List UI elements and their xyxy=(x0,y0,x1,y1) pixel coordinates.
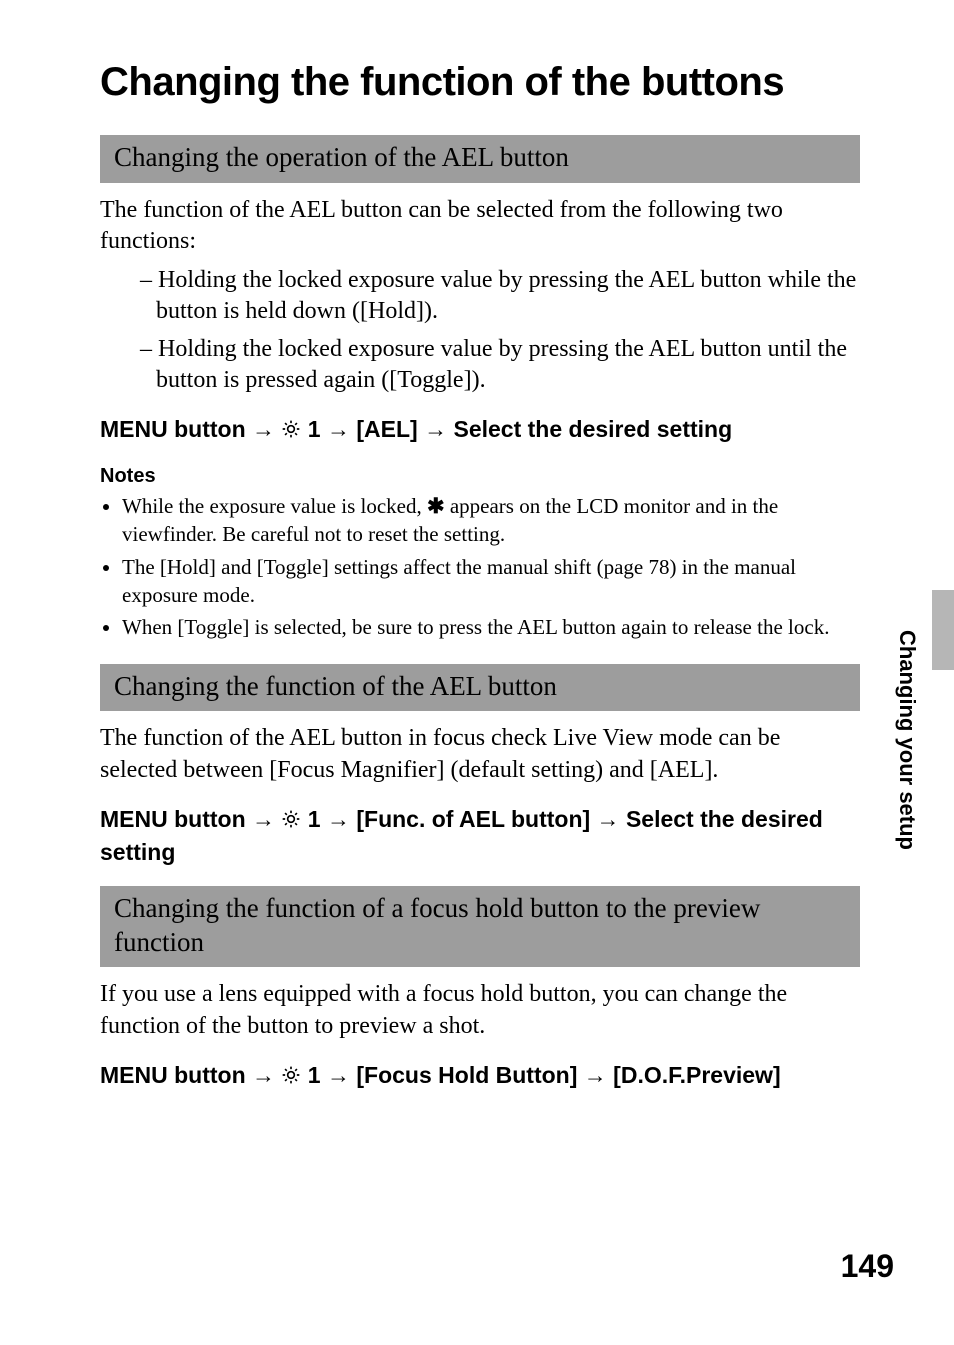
arrow-icon: → xyxy=(252,416,275,442)
path-text: Select the desired setting xyxy=(453,416,732,442)
side-tab-label: Changing your setup xyxy=(894,630,920,850)
path-text: MENU button xyxy=(100,806,252,832)
gear-icon xyxy=(281,806,301,837)
list-item: The [Hold] and [Toggle] settings affect … xyxy=(122,553,860,610)
section-heading-ael-operation: Changing the operation of the AEL button xyxy=(100,135,860,183)
path-text: MENU button xyxy=(100,416,252,442)
arrow-icon: → xyxy=(424,416,447,442)
gear-icon xyxy=(281,1062,301,1093)
arrow-icon: → xyxy=(597,806,620,832)
notes-heading: Notes xyxy=(100,465,860,488)
list-item: While the exposure value is locked, ✱ ap… xyxy=(122,492,860,549)
arrow-icon: → xyxy=(327,416,350,442)
list-item: Holding the locked exposure value by pre… xyxy=(140,265,860,327)
menu-path-ael: MENU button → 1 → [AEL] → Select the des… xyxy=(100,414,860,447)
path-text: [AEL] xyxy=(356,416,417,442)
gear-icon xyxy=(281,416,301,447)
sec1-option-list: Holding the locked exposure value by pre… xyxy=(100,265,860,396)
sec1-intro: The function of the AEL button can be se… xyxy=(100,195,860,257)
notes-list: While the exposure value is locked, ✱ ap… xyxy=(100,492,860,642)
sec3-intro: If you use a lens equipped with a focus … xyxy=(100,979,860,1041)
note-text: While the exposure value is locked, xyxy=(122,494,427,518)
page-number: 149 xyxy=(841,1248,894,1285)
ael-lock-icon: ✱ xyxy=(427,494,445,518)
side-tab: Changing your setup xyxy=(860,590,954,1150)
list-item: Holding the locked exposure value by pre… xyxy=(140,334,860,396)
arrow-icon: → xyxy=(327,1062,350,1088)
manual-page: Changing the function of the buttons Cha… xyxy=(0,0,954,1345)
path-text: MENU button xyxy=(100,1062,252,1088)
arrow-icon: → xyxy=(252,806,275,832)
path-text: 1 xyxy=(301,806,327,832)
menu-path-focus-hold: MENU button → 1 → [Focus Hold Button] → … xyxy=(100,1060,860,1093)
page-title: Changing the function of the buttons xyxy=(100,60,860,105)
arrow-icon: → xyxy=(584,1062,607,1088)
path-text: 1 xyxy=(301,416,327,442)
section-heading-ael-function: Changing the function of the AEL button xyxy=(100,664,860,712)
arrow-icon: → xyxy=(327,806,350,832)
content-column: Changing the function of the buttons Cha… xyxy=(100,60,860,1093)
section-heading-focus-hold: Changing the function of a focus hold bu… xyxy=(100,886,860,968)
path-text: [D.O.F.Preview] xyxy=(613,1062,780,1088)
list-item: When [Toggle] is selected, be sure to pr… xyxy=(122,613,860,641)
side-tab-marker xyxy=(932,590,954,670)
path-text: [Focus Hold Button] xyxy=(356,1062,577,1088)
path-text: [Func. of AEL button] xyxy=(356,806,590,832)
arrow-icon: → xyxy=(252,1062,275,1088)
sec2-intro: The function of the AEL button in focus … xyxy=(100,723,860,785)
path-text: 1 xyxy=(301,1062,327,1088)
menu-path-ael-func: MENU button → 1 → [Func. of AEL button] … xyxy=(100,804,860,868)
